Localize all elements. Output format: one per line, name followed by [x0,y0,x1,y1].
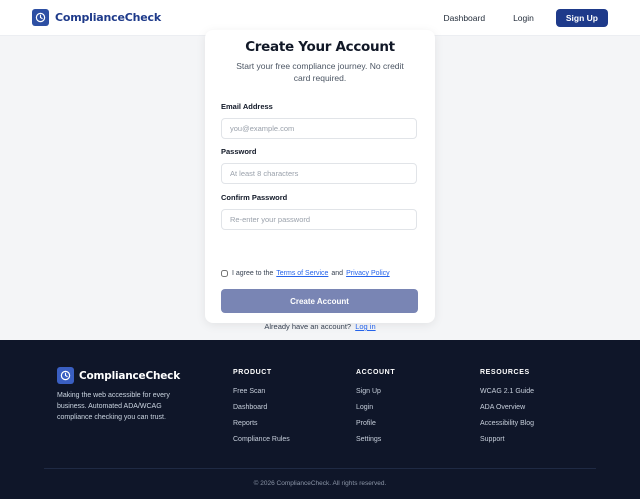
terms-link[interactable]: Terms of Service [276,270,328,277]
agree-and: and [331,270,344,277]
footer-link-dashboard[interactable]: Dashboard [233,404,290,411]
footer-link-support[interactable]: Support [480,436,534,443]
footer-brand-name: ComplianceCheck [79,369,180,382]
create-account-button[interactable]: Create Account [221,289,418,313]
agree-checkbox[interactable] [221,270,228,277]
brand[interactable]: ComplianceCheck [32,9,161,26]
password-label: Password [221,147,257,156]
signup-card: Create Your Account Start your free comp… [205,30,435,331]
privacy-link[interactable]: Privacy Policy [346,270,390,277]
footer-description: Making the web accessible for every busi… [57,392,170,421]
copyright: © 2026 ComplianceCheck. All rights reser… [253,480,387,487]
clock-icon [32,9,49,26]
footer-link-ada-overview[interactable]: ADA Overview [480,404,534,411]
footer-column-title: ACCOUNT [356,369,396,376]
footer-column-account: ACCOUNT Sign Up Login Profile Settings [356,369,395,452]
agree-row: I agree to the Terms of Service and Priv… [221,270,393,277]
footer-link-free-scan[interactable]: Free Scan [233,388,290,395]
email-label: Email Address [221,102,273,111]
footer-column-resources: RESOURCES WCAG 2.1 Guide ADA Overview Ac… [480,369,534,452]
site-footer: ComplianceCheck Making the web accessibl… [0,340,640,499]
signup-button[interactable]: Sign Up [555,8,608,27]
login-link[interactable]: Log in [355,322,375,331]
footer-brand[interactable]: ComplianceCheck [57,367,180,384]
nav-dashboard-link[interactable]: Dashboard [443,13,485,23]
login-prompt-text: Already have an account? [264,322,352,331]
footer-link-login[interactable]: Login [356,404,395,411]
confirm-password-group: Confirm Password [221,193,419,230]
footer-link-wcag-guide[interactable]: WCAG 2.1 Guide [480,388,534,395]
agree-prefix: I agree to the [232,270,274,277]
brand-name: ComplianceCheck [55,11,161,24]
footer-divider [44,468,596,469]
footer-column-title: PRODUCT [233,369,272,376]
footer-link-profile[interactable]: Profile [356,420,395,427]
footer-link-sign-up[interactable]: Sign Up [356,388,395,395]
footer-link-accessibility-blog[interactable]: Accessibility Blog [480,420,534,427]
email-group: Email Address [221,102,419,139]
form-title: Create Your Account [245,39,395,55]
password-field[interactable] [221,163,417,184]
footer-link-settings[interactable]: Settings [356,436,395,443]
footer-link-reports[interactable]: Reports [233,420,290,427]
confirm-password-field[interactable] [221,209,417,230]
email-field[interactable] [221,118,417,139]
clock-icon [57,367,74,384]
confirm-password-label: Confirm Password [221,193,288,202]
login-prompt: Already have an account? Log in [205,322,435,331]
nav-login-link[interactable]: Login [513,13,534,23]
password-group: Password [221,147,419,184]
footer-column-product: PRODUCT Free Scan Dashboard Reports Comp… [233,369,290,452]
footer-link-compliance-rules[interactable]: Compliance Rules [233,436,290,443]
top-nav: Dashboard Login Sign Up [443,8,608,27]
form-subtitle: Start your free compliance journey. No c… [236,61,404,83]
footer-column-title: RESOURCES [480,369,530,376]
